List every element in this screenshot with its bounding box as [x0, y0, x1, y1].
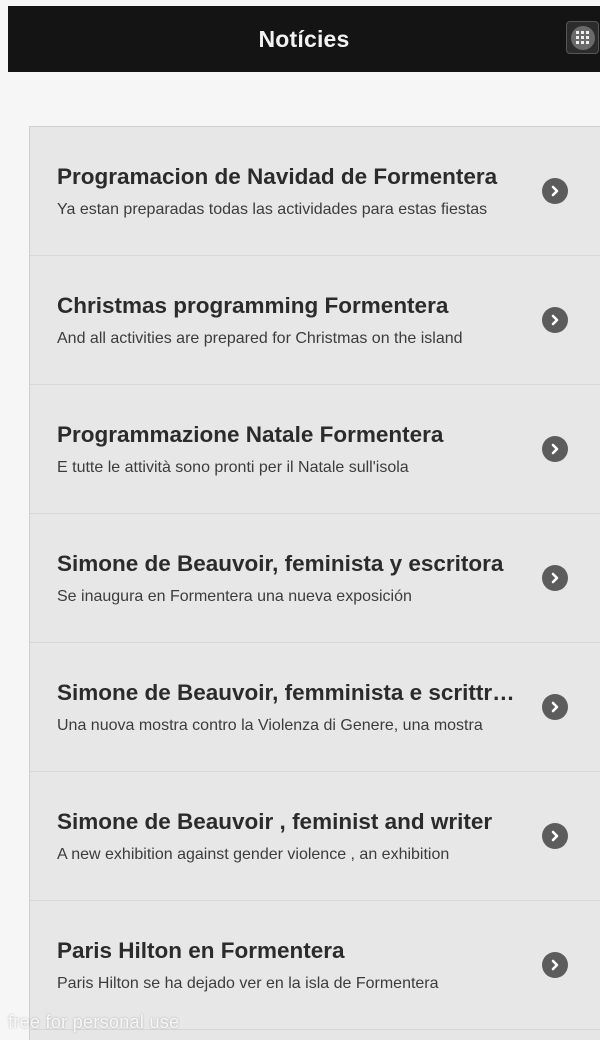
news-item-description: Paris Hilton se ha dejado ver en la isla… — [57, 975, 439, 992]
news-item-title: Paris Hilton en Formentera — [57, 938, 345, 963]
news-item[interactable]: Simone de Beauvoir , feminist and writer… — [30, 772, 600, 901]
news-item-title: Christmas programming Formentera — [57, 293, 449, 318]
app-header: Notícies — [8, 6, 600, 72]
news-item-description: E tutte le attività sono pronti per il N… — [57, 459, 409, 476]
news-item[interactable]: Paris Hilton en Formentera Paris Hilton … — [30, 901, 600, 1030]
chevron-right-icon — [542, 952, 568, 978]
chevron-right-icon — [542, 436, 568, 462]
news-item-description: And all activities are prepared for Chri… — [57, 330, 463, 347]
chevron-right-icon — [542, 565, 568, 591]
news-item-title: Simone de Beauvoir, feminista y escritor… — [57, 551, 504, 576]
chevron-right-icon — [542, 694, 568, 720]
news-item-title: Programmazione Natale Formentera — [57, 422, 444, 447]
grid-menu-icon — [570, 25, 595, 50]
news-item-title: Simone de Beauvoir , feminist and writer — [57, 809, 493, 834]
news-item[interactable]: Simone de Beauvoir, feminista y escritor… — [30, 514, 600, 643]
news-list: Programacion de Navidad de Formentera Ya… — [29, 126, 600, 1040]
chevron-right-icon — [542, 823, 568, 849]
watermark: free for personal use — [8, 1012, 180, 1032]
news-item[interactable]: Programmazione Natale Formentera E tutte… — [30, 385, 600, 514]
news-item-title: Simone de Beauvoir, femminista e scrittr… — [57, 680, 519, 705]
news-item-description: Ya estan preparadas todas las actividade… — [57, 201, 488, 218]
news-item[interactable]: Simone de Beauvoir, femminista e scrittr… — [30, 643, 600, 772]
news-item[interactable]: Programacion de Navidad de Formentera Ya… — [30, 127, 600, 256]
news-item[interactable]: Christmas programming Formentera And all… — [30, 256, 600, 385]
grid-menu-button[interactable] — [566, 21, 599, 54]
chevron-right-icon — [542, 178, 568, 204]
page-title: Notícies — [258, 25, 350, 52]
news-item-description: A new exhibition against gender violence… — [57, 846, 450, 863]
chevron-right-icon — [542, 307, 568, 333]
news-item-title: Programacion de Navidad de Formentera — [57, 164, 498, 189]
news-item-description: Una nuova mostra contro la Violenza di G… — [57, 717, 483, 734]
news-item-description: Se inaugura en Formentera una nueva expo… — [57, 588, 412, 605]
